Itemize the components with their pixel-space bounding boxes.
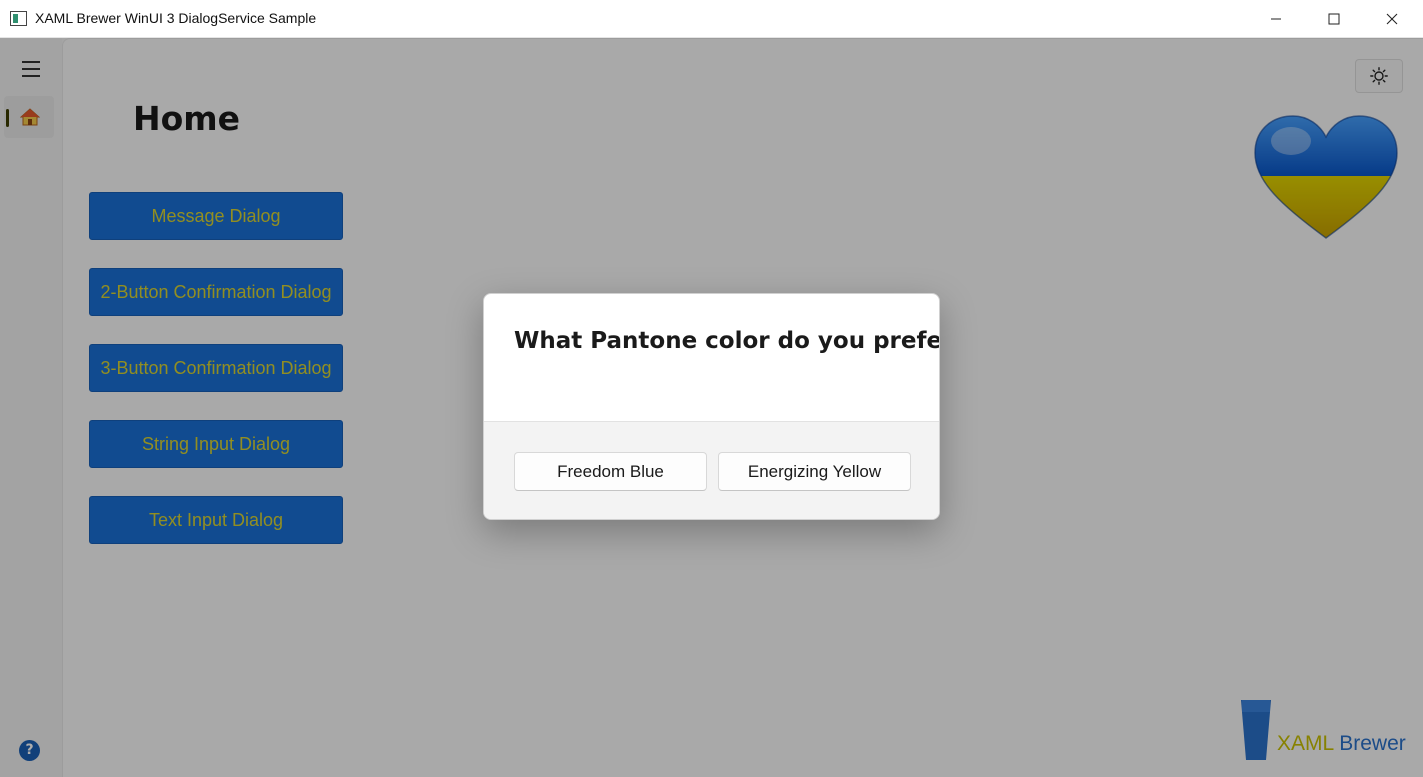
minimize-icon bbox=[1271, 18, 1281, 20]
energizing-yellow-button[interactable]: Energizing Yellow bbox=[718, 452, 911, 491]
maximize-icon bbox=[1328, 13, 1340, 25]
dialog-title: What Pantone color do you prefer? bbox=[514, 328, 940, 354]
minimize-button[interactable] bbox=[1247, 0, 1305, 38]
pantone-color-dialog: What Pantone color do you prefer? Freedo… bbox=[483, 293, 940, 520]
maximize-button[interactable] bbox=[1305, 0, 1363, 38]
close-icon bbox=[1386, 13, 1398, 25]
dialog-button-row: Freedom Blue Energizing Yellow bbox=[484, 421, 939, 519]
freedom-blue-button[interactable]: Freedom Blue bbox=[514, 452, 707, 491]
window-title: XAML Brewer WinUI 3 DialogService Sample bbox=[35, 10, 317, 26]
title-bar: XAML Brewer WinUI 3 DialogService Sample bbox=[0, 0, 1423, 38]
close-button[interactable] bbox=[1363, 0, 1421, 38]
app-icon bbox=[10, 11, 27, 26]
